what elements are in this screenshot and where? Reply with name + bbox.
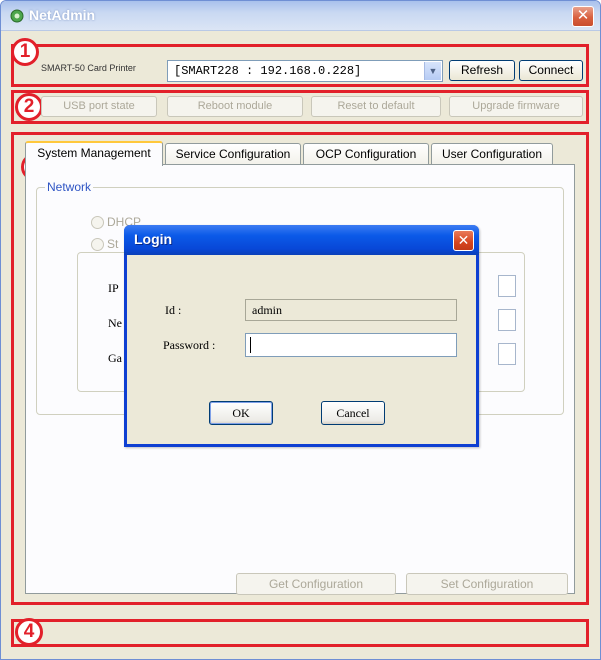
annotation-marker-1: 1 [11,38,39,66]
password-field[interactable] [245,333,457,357]
login-title: Login [134,231,173,247]
network-group-label: Network [45,180,94,194]
annotation-marker-2: 2 [15,93,43,121]
connect-button[interactable]: Connect [519,60,583,81]
tab-user-configuration[interactable]: User Configuration [431,143,553,165]
device-select-value: [SMART228 : 192.168.0.228] [174,64,362,78]
usb-port-state-button[interactable]: USB port state [41,96,157,117]
window-title: NetAdmin [29,7,96,23]
tab-system-management[interactable]: System Management [25,141,163,166]
ip-input[interactable] [498,275,516,297]
dhcp-radio[interactable] [91,216,104,229]
netadmin-window: NetAdmin ✕ 1 SMART-50 Card Printer [SMAR… [0,0,601,660]
netmask-label: Ne [108,316,122,330]
id-label: Id : [165,303,182,317]
gateway-label: Ga [108,351,122,365]
chevron-down-icon[interactable]: ▼ [424,62,441,80]
upgrade-firmware-button[interactable]: Upgrade firmware [449,96,583,117]
get-configuration-button[interactable]: Get Configuration [236,573,396,595]
tab-ocp-configuration[interactable]: OCP Configuration [303,143,429,165]
annotation-box-4 [11,619,589,647]
ok-button[interactable]: OK [209,401,273,425]
netmask-input[interactable] [498,309,516,331]
window-close-button[interactable]: ✕ [572,6,594,27]
ip-label: IP [108,281,119,295]
annotation-marker-4: 4 [15,618,43,646]
login-close-button[interactable]: ✕ [453,230,474,251]
login-title-bar[interactable]: Login ✕ [124,225,479,255]
set-configuration-button[interactable]: Set Configuration [406,573,568,595]
printer-model-label: SMART-50 Card Printer [41,63,136,73]
text-caret [250,337,251,353]
static-radio[interactable] [91,238,104,251]
id-field[interactable]: admin [245,299,457,321]
gateway-input[interactable] [498,343,516,365]
password-label: Password : [163,338,216,352]
app-icon [10,9,24,23]
login-dialog: Login ✕ Id : admin Password : OK Cancel [124,225,479,447]
tab-service-configuration[interactable]: Service Configuration [165,143,301,165]
reboot-module-button[interactable]: Reboot module [167,96,303,117]
static-label: St [107,237,119,251]
cancel-button[interactable]: Cancel [321,401,385,425]
reset-default-button[interactable]: Reset to default [311,96,441,117]
device-select[interactable]: [SMART228 : 192.168.0.228] ▼ [167,60,443,82]
refresh-button[interactable]: Refresh [449,60,515,81]
title-bar[interactable]: NetAdmin ✕ [1,1,600,31]
